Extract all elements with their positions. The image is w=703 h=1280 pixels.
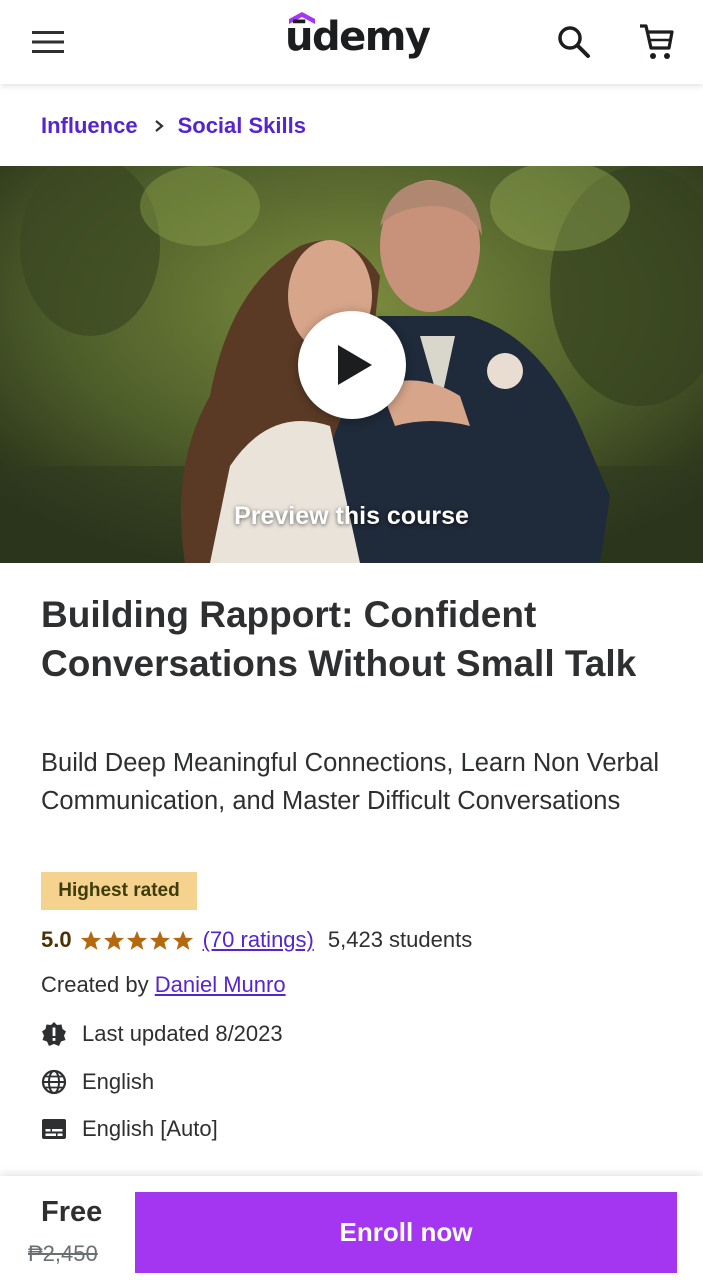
preview-course-label: Preview this course: [234, 502, 469, 530]
chevron-right-icon: [154, 119, 164, 133]
cart-icon: [640, 24, 674, 59]
star-icon: [172, 930, 193, 950]
created-by-label: Created by: [41, 972, 149, 997]
course-title: Building Rapport: Confident Conversation…: [41, 594, 637, 684]
highest-rated-badge: Highest rated: [41, 872, 197, 910]
hamburger-menu-icon: [32, 31, 64, 53]
top-header: ūdemy: [0, 0, 703, 84]
author-link[interactable]: Daniel Munro: [155, 972, 286, 997]
breadcrumb-item-social-skills[interactable]: Social Skills: [178, 113, 306, 139]
star-icon: [103, 930, 124, 950]
purchase-bar: Free ₱2,450 Enroll now: [0, 1176, 703, 1280]
star-icon: [80, 930, 101, 950]
original-price: ₱2,450: [28, 1241, 98, 1266]
breadcrumb: Influence Social Skills: [41, 110, 306, 142]
alert-badge-icon: [41, 1021, 67, 1047]
course-preview-image[interactable]: Preview this course: [0, 166, 703, 563]
closed-captions-icon: [41, 1116, 67, 1142]
current-price: Free: [41, 1196, 103, 1228]
created-by: Created by Daniel Munro: [41, 972, 286, 998]
ratings-count-link[interactable]: (70 ratings): [203, 927, 314, 953]
rating-row: 5.0 (70 ratings) 5,423 students: [41, 924, 472, 956]
udemy-logo[interactable]: ūdemy: [285, 8, 431, 68]
rating-value: 5.0: [41, 927, 72, 952]
star-icon: [126, 930, 147, 950]
play-button[interactable]: [298, 311, 406, 419]
last-updated-row: Last updated 8/2023: [41, 1019, 283, 1049]
star-icon: [149, 930, 170, 950]
language-row: English: [41, 1067, 154, 1097]
cart-button[interactable]: [628, 14, 684, 70]
students-count: 5,423 students: [327, 927, 473, 952]
search-button[interactable]: [546, 14, 602, 70]
star-rating: [80, 930, 194, 951]
language-text: English: [82, 1069, 155, 1094]
hamburger-menu-button[interactable]: [20, 14, 76, 70]
last-updated-text: Last updated 8/2023: [82, 1021, 283, 1046]
course-subtitle: Build Deep Meaningful Connections, Learn…: [41, 749, 660, 815]
captions-text: English [Auto]: [82, 1116, 218, 1141]
breadcrumb-item-influence[interactable]: Influence: [41, 113, 138, 139]
globe-icon: [41, 1069, 67, 1095]
captions-row: English [Auto]: [41, 1114, 218, 1144]
search-icon: [558, 26, 590, 58]
play-icon: [338, 345, 372, 385]
enroll-now-button[interactable]: Enroll now: [135, 1192, 677, 1273]
logo-wordmark: ūdemy: [285, 14, 431, 60]
